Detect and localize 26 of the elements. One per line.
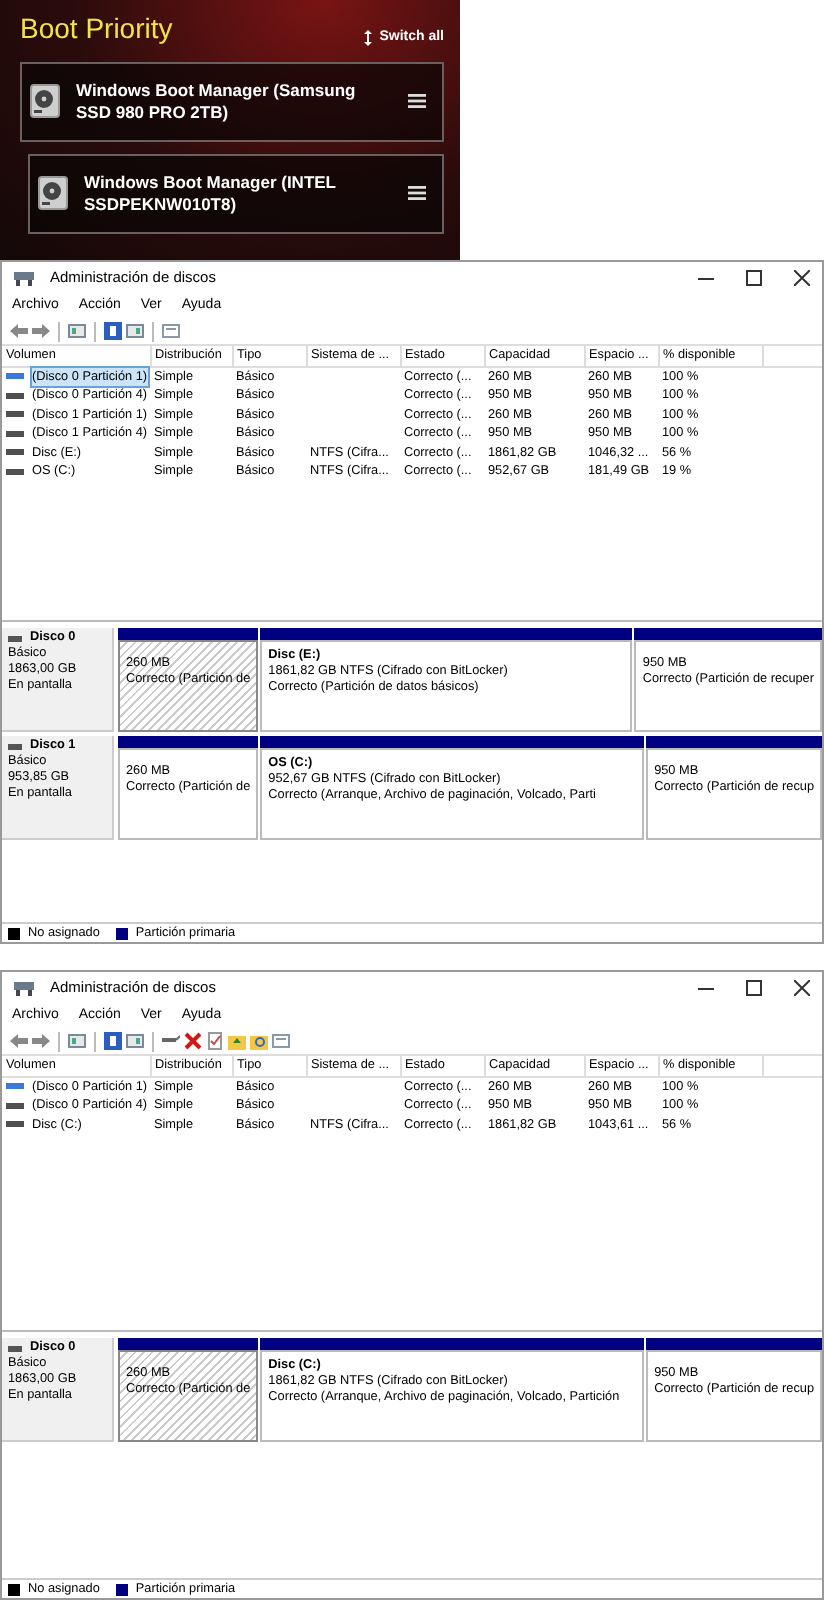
forward-arrow-icon[interactable]: [32, 1032, 50, 1050]
delete-icon[interactable]: [184, 1032, 202, 1050]
properties-icon[interactable]: [162, 322, 180, 340]
details-pane-icon[interactable]: [126, 322, 144, 340]
close-icon[interactable]: [794, 270, 810, 286]
checklist-icon[interactable]: [206, 1032, 224, 1050]
properties-icon[interactable]: [272, 1032, 290, 1050]
swap-icon: [363, 30, 372, 47]
console-tree-icon[interactable]: [68, 1032, 86, 1050]
console-tree-icon[interactable]: [68, 322, 86, 340]
folder-up-icon[interactable]: [228, 1032, 246, 1050]
back-arrow-icon[interactable]: [10, 322, 28, 340]
forward-arrow-icon[interactable]: [32, 322, 50, 340]
close-icon[interactable]: [794, 980, 810, 996]
back-arrow-icon[interactable]: [10, 1032, 28, 1050]
folder-search-icon[interactable]: [250, 1032, 268, 1050]
disk-management-icon: [14, 270, 34, 286]
boot-entry[interactable]: Windows Boot Manager (Samsung SSD 980 PRO 2TB): [20, 61, 444, 141]
details-pane-icon[interactable]: [126, 1032, 144, 1050]
panel-title: Boot Priority: [20, 12, 173, 44]
boot-entry[interactable]: Windows Boot Manager (INTEL SSDPEKNW010T8): [28, 153, 444, 233]
menu-icon[interactable]: [408, 94, 426, 108]
disk-management-icon: [14, 980, 34, 996]
maximize-icon[interactable]: [746, 980, 762, 996]
menu-icon[interactable]: [408, 186, 426, 200]
maximize-icon[interactable]: [746, 270, 762, 286]
